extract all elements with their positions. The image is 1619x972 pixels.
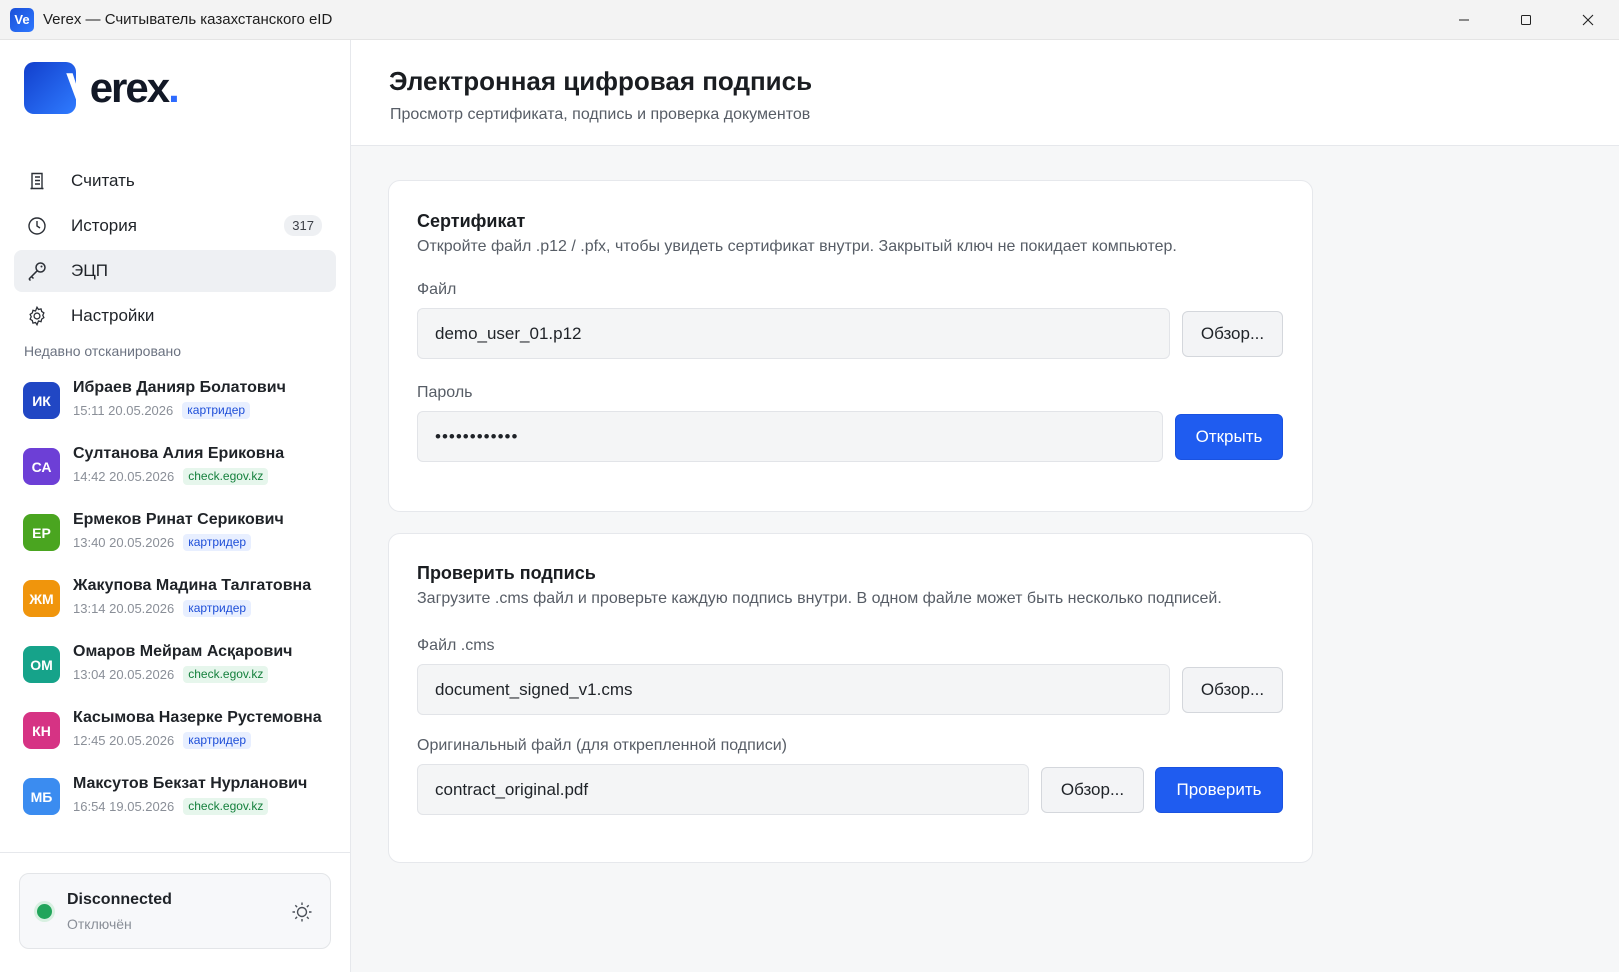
nav-label-settings: Настройки bbox=[71, 306, 155, 325]
clock-icon bbox=[25, 214, 49, 238]
original-file-label: Оригинальный файл (для открепленной подп… bbox=[417, 737, 788, 754]
source-tag: check.egov.kz bbox=[183, 666, 269, 683]
nav-item-history[interactable]: История 317 bbox=[14, 205, 336, 247]
recent-item[interactable]: ЖМ Жакупова Мадина Талгатовна 13:14 20.0… bbox=[23, 571, 333, 637]
app-icon: Ve bbox=[10, 7, 34, 32]
nav-label-history: История bbox=[71, 216, 137, 235]
source-tag: check.egov.kz bbox=[183, 468, 269, 485]
maximize-icon bbox=[1521, 15, 1531, 25]
history-count-badge: 317 bbox=[284, 215, 322, 236]
verify-description: Загрузите .cms файл и проверьте каждую п… bbox=[417, 590, 1222, 607]
recent-item[interactable]: МБ Максутов Бекзат Нурланович 16:54 19.0… bbox=[23, 769, 333, 835]
recent-time: 12:45 20.05.2026 bbox=[73, 733, 175, 748]
title-bar: Ve Verex — Считыватель казахстанского eI… bbox=[0, 0, 1619, 40]
cms-file-label: Файл .cms bbox=[417, 637, 495, 654]
source-tag: картридер bbox=[183, 732, 252, 749]
recent-name: Касымова Назерке Рустемовна bbox=[73, 709, 322, 726]
window-title: Verex — Считыватель казахстанского eID bbox=[43, 11, 333, 28]
source-tag: check.egov.kz bbox=[183, 798, 269, 815]
logo-text: Verex. bbox=[66, 64, 180, 111]
page-subtitle: Просмотр сертификата, подпись и проверка… bbox=[390, 106, 811, 123]
nav-item-read[interactable]: Считать bbox=[14, 160, 336, 202]
nav-label-eds: ЭЦП bbox=[71, 261, 109, 280]
avatar: МБ bbox=[23, 778, 60, 815]
verify-signature-card: Проверить подпись Загрузите .cms файл и … bbox=[388, 533, 1313, 863]
recent-name: Максутов Бекзат Нурланович bbox=[73, 775, 308, 792]
recent-item[interactable]: ИК Ибраев Данияр Болатович 15:11 20.05.2… bbox=[23, 373, 333, 439]
avatar: ЕР bbox=[23, 514, 60, 551]
recent-item[interactable]: СА Султанова Алия Ериковна 14:42 20.05.2… bbox=[23, 439, 333, 505]
recent-time: 15:11 20.05.2026 bbox=[73, 403, 174, 418]
source-tag: картридер bbox=[183, 600, 252, 617]
recent-item[interactable]: ЕР Ермеков Ринат Серикович 13:40 20.05.2… bbox=[23, 505, 333, 571]
recent-time: 16:54 19.05.2026 bbox=[73, 799, 175, 814]
sidebar: Verex. Считать История 317 ЭЦП Настройки… bbox=[0, 40, 351, 972]
key-icon bbox=[25, 259, 49, 283]
sun-icon bbox=[292, 902, 312, 922]
recent-time: 14:42 20.05.2026 bbox=[73, 469, 175, 484]
original-browse-button[interactable]: Обзор... bbox=[1041, 767, 1144, 813]
verify-title: Проверить подпись bbox=[417, 563, 596, 583]
recent-time: 13:14 20.05.2026 bbox=[73, 601, 175, 616]
status-dot bbox=[37, 904, 52, 919]
avatar: ИК bbox=[23, 382, 60, 419]
theme-toggle[interactable] bbox=[290, 900, 314, 924]
recent-name: Султанова Алия Ериковна bbox=[73, 445, 285, 462]
nav-label-read: Считать bbox=[71, 171, 135, 190]
certificate-title: Сертификат bbox=[417, 211, 526, 231]
recent-time: 13:04 20.05.2026 bbox=[73, 667, 175, 682]
avatar: СА bbox=[23, 448, 60, 485]
close-button[interactable] bbox=[1557, 0, 1619, 40]
recent-list: ИК Ибраев Данияр Болатович 15:11 20.05.2… bbox=[23, 373, 333, 835]
minimize-button[interactable] bbox=[1433, 0, 1495, 40]
recent-title: Недавно отсканировано bbox=[24, 343, 182, 359]
logo: Verex. bbox=[24, 62, 180, 114]
close-icon bbox=[1582, 14, 1594, 26]
source-tag: картридер bbox=[183, 534, 252, 551]
original-file-field[interactable]: contract_original.pdf bbox=[417, 764, 1029, 815]
recent-name: Омаров Мейрам Асқарович bbox=[73, 643, 293, 660]
certificate-description: Откройте файл .p12 / .pfx, чтобы увидеть… bbox=[417, 238, 1177, 255]
status-title: Disconnected bbox=[67, 891, 172, 908]
avatar: ОМ bbox=[23, 646, 60, 683]
recent-name: Ермеков Ринат Серикович bbox=[73, 511, 284, 528]
main-content: Электронная цифровая подпись Просмотр се… bbox=[351, 40, 1619, 972]
certificate-card: Сертификат Откройте файл .p12 / .pfx, чт… bbox=[388, 180, 1313, 512]
recent-name: Ибраев Данияр Болатович bbox=[73, 379, 286, 396]
recent-name: Жакупова Мадина Талгатовна bbox=[73, 577, 312, 594]
status-subtitle: Отключён bbox=[67, 916, 132, 932]
cms-file-field[interactable]: document_signed_v1.cms bbox=[417, 664, 1170, 715]
window-controls bbox=[1433, 0, 1619, 40]
cms-browse-button[interactable]: Обзор... bbox=[1182, 667, 1283, 713]
page-title: Электронная цифровая подпись bbox=[389, 66, 813, 96]
reader-icon bbox=[25, 169, 49, 193]
sidebar-nav: Считать История 317 ЭЦП Настройки bbox=[14, 160, 336, 340]
page-header: Электронная цифровая подпись Просмотр се… bbox=[351, 40, 1619, 146]
certificate-file-field[interactable]: demo_user_01.p12 bbox=[417, 308, 1170, 359]
sidebar-divider bbox=[0, 852, 350, 853]
recent-item[interactable]: КН Касымова Назерке Рустемовна 12:45 20.… bbox=[23, 703, 333, 769]
password-field[interactable]: •••••••••••• bbox=[417, 411, 1163, 462]
maximize-button[interactable] bbox=[1495, 0, 1557, 40]
open-button[interactable]: Открыть bbox=[1175, 414, 1283, 460]
nav-item-settings[interactable]: Настройки bbox=[14, 295, 336, 337]
password-label: Пароль bbox=[417, 384, 473, 401]
nav-item-eds[interactable]: ЭЦП bbox=[14, 250, 336, 292]
file-label: Файл bbox=[417, 281, 457, 298]
avatar: ЖМ bbox=[23, 580, 60, 617]
minimize-icon bbox=[1459, 19, 1469, 21]
avatar: КН bbox=[23, 712, 60, 749]
gear-icon bbox=[25, 304, 49, 328]
connection-status-card: Disconnected Отключён bbox=[19, 873, 331, 949]
recent-time: 13:40 20.05.2026 bbox=[73, 535, 175, 550]
recent-item[interactable]: ОМ Омаров Мейрам Асқарович 13:04 20.05.2… bbox=[23, 637, 333, 703]
verify-button[interactable]: Проверить bbox=[1155, 767, 1283, 813]
certificate-browse-button[interactable]: Обзор... bbox=[1182, 311, 1283, 357]
source-tag: картридер bbox=[182, 402, 251, 419]
